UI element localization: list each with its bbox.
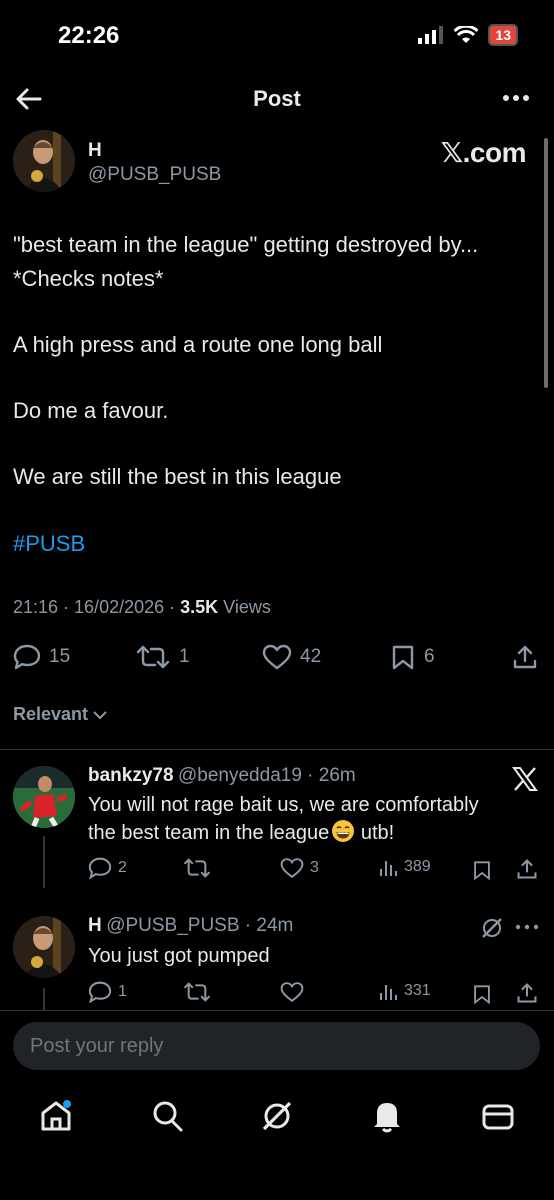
bookmark-button[interactable]: 6: [390, 644, 435, 670]
home-icon: [41, 1100, 71, 1131]
views-count: 3.5K: [180, 597, 219, 617]
post-meta: 21:16 · 16/02/2026 · 3.5K Views: [13, 597, 271, 618]
bookmark-icon: [392, 645, 414, 670]
like-count: 3: [310, 859, 319, 876]
reply-icon: [88, 981, 112, 1003]
bookmark-icon[interactable]: [472, 983, 492, 1005]
reply-text-line: You will not rage bait us, we are comfor…: [88, 794, 479, 816]
reply-reply-button[interactable]: 1: [88, 981, 127, 1003]
sort-label: Relevant: [13, 704, 89, 724]
heart-icon: [262, 644, 292, 670]
mail-icon: [482, 1104, 514, 1130]
search-tab[interactable]: [150, 1098, 184, 1139]
divider: [0, 749, 554, 750]
reply-avatar[interactable]: [13, 766, 75, 828]
reply-views-button[interactable]: 331: [378, 981, 431, 1001]
reply-button[interactable]: 15: [13, 644, 70, 670]
reply-text-segment: utb!: [355, 822, 395, 844]
bell-icon: [374, 1103, 400, 1133]
views-label: Views: [218, 597, 271, 617]
grok-icon[interactable]: [480, 916, 504, 940]
like-count: 42: [300, 646, 322, 667]
battery-indicator: 13: [488, 24, 518, 46]
grinning-emoji-icon: [332, 820, 355, 842]
reply-input-placeholder: Post your reply: [30, 1035, 164, 1057]
reply-repost-button[interactable]: [182, 981, 212, 1003]
reply-count: 15: [49, 646, 71, 667]
post-text-line: A high press and a route one long ball: [13, 332, 383, 357]
reply-author-handle[interactable]: @PUSB_PUSB · 24m: [106, 915, 293, 936]
repost-count: 1: [179, 646, 190, 667]
heart-icon: [280, 858, 304, 879]
chevron-down-icon: [93, 710, 107, 719]
share-icon[interactable]: [516, 858, 538, 880]
views-count: 389: [404, 858, 431, 875]
repost-icon: [183, 858, 211, 878]
reply-count: 1: [118, 983, 127, 1000]
messages-tab[interactable]: [481, 1098, 515, 1139]
analytics-icon: [380, 861, 397, 876]
author-handle[interactable]: @PUSB_PUSB: [88, 164, 221, 186]
reply-repost-button[interactable]: [182, 857, 212, 879]
status-time: 22:26: [58, 22, 120, 49]
search-icon: [153, 1101, 183, 1132]
reply-avatar[interactable]: [13, 916, 75, 978]
reply-author-name[interactable]: H: [88, 915, 102, 936]
reply-like-button[interactable]: [280, 981, 304, 1003]
analytics-icon: [380, 985, 397, 1000]
share-icon[interactable]: [516, 982, 538, 1004]
reply-text-line: the best team in the league utb!: [88, 819, 394, 847]
scrollbar[interactable]: [544, 138, 548, 388]
composer-divider: [0, 1010, 554, 1011]
grok-tab[interactable]: [259, 1098, 295, 1139]
reply-text-segment: the best team in the league: [88, 822, 330, 844]
reply-author-name[interactable]: bankzy78: [88, 765, 174, 786]
reply-reply-button[interactable]: 2: [88, 857, 127, 879]
sort-dropdown[interactable]: Relevant: [13, 704, 108, 725]
share-button[interactable]: [512, 644, 538, 670]
post-text-line: "best team in the league" getting destro…: [13, 232, 479, 257]
reply-author-handle[interactable]: @benyedda19 · 26m: [178, 765, 356, 786]
post-text-line: *Checks notes*: [13, 266, 164, 291]
repost-icon: [136, 645, 170, 669]
reply-icon: [13, 644, 41, 670]
post-timestamp: 21:16 · 16/02/2026 ·: [13, 597, 181, 617]
more-options-icon[interactable]: [502, 88, 530, 108]
heart-icon: [280, 982, 304, 1003]
author-avatar[interactable]: [13, 130, 75, 192]
bookmark-count: 6: [424, 646, 435, 667]
status-icons: 13: [418, 24, 518, 46]
more-options-icon[interactable]: [514, 922, 540, 932]
views-count: 331: [404, 982, 431, 999]
page-title: Post: [253, 86, 301, 111]
grok-icon: [262, 1101, 292, 1131]
share-icon: [513, 645, 537, 669]
author-name[interactable]: H: [88, 140, 102, 162]
wifi-icon: [454, 26, 479, 43]
like-button[interactable]: 42: [262, 644, 321, 670]
reply-text-line: You just got pumped: [88, 945, 270, 967]
signal-icon: [418, 26, 444, 44]
hashtag-link[interactable]: #PUSB: [13, 531, 85, 557]
reply-header: bankzy78 @benyedda19 · 26m: [88, 765, 356, 787]
thread-line: [43, 836, 45, 888]
notifications-tab[interactable]: [370, 1098, 404, 1139]
thread-line: [43, 988, 45, 1010]
x-logo-icon: [512, 767, 538, 791]
repost-button[interactable]: 1: [135, 644, 190, 670]
post-text-line: We are still the best in this league: [13, 464, 342, 489]
reply-icon: [88, 857, 112, 879]
reply-like-button[interactable]: 3: [280, 857, 319, 879]
bookmark-icon[interactable]: [472, 859, 492, 881]
home-tab[interactable]: [38, 1098, 74, 1139]
repost-icon: [183, 982, 211, 1002]
reply-header: H @PUSB_PUSB · 24m: [88, 915, 293, 937]
x-watermark: 𝕏.com: [440, 137, 527, 168]
post-text-line: Do me a favour.: [13, 398, 169, 423]
reply-count: 2: [118, 859, 127, 876]
reply-views-button[interactable]: 389: [378, 857, 431, 877]
